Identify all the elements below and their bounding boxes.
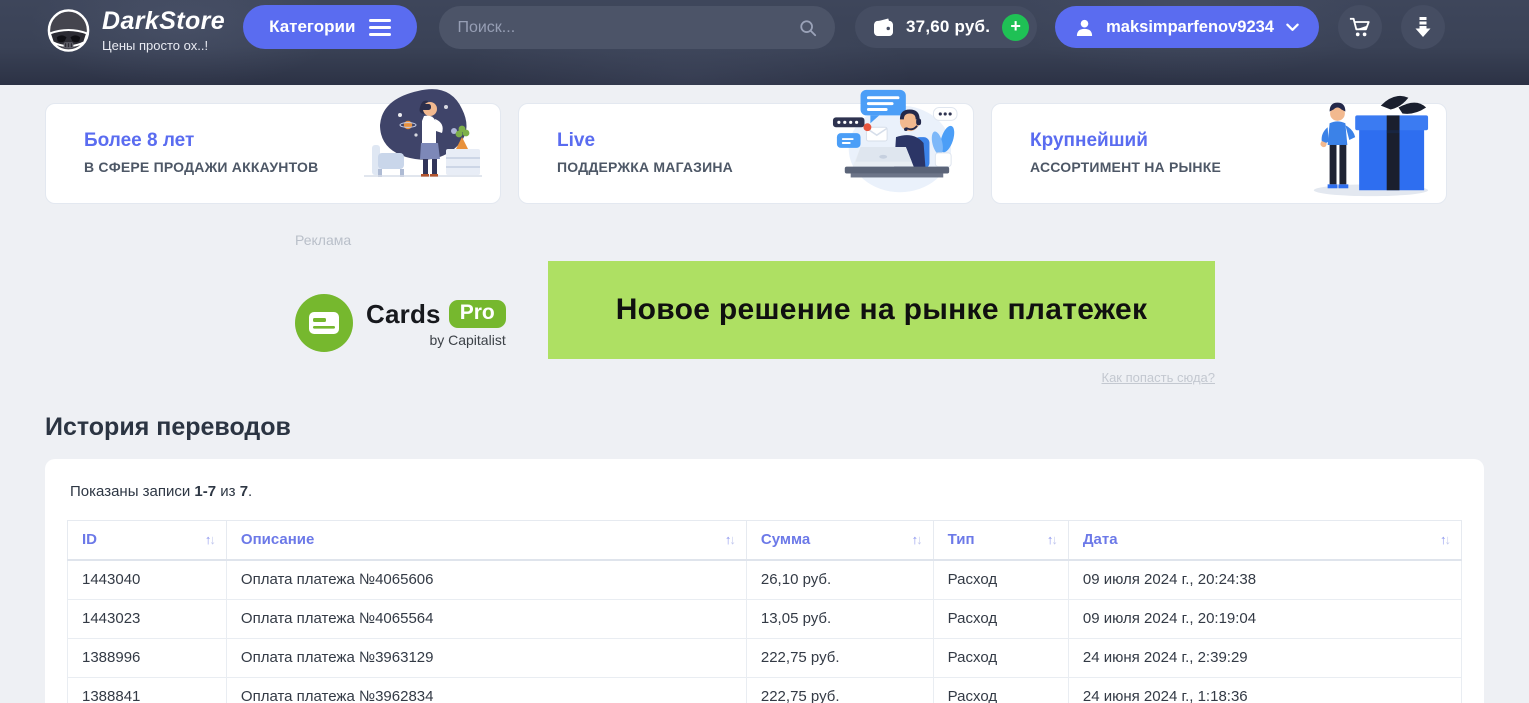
cell-date: 09 июля 2024 г., 20:24:38 [1067,559,1463,600]
top-navbar: DarkStore Цены просто ох..! Категории 37… [0,0,1529,85]
how-to-get-here-link[interactable]: Как попасть сюда? [548,370,1216,385]
feature-cards: Более 8 лет В СФЕРЕ ПРОДАЖИ АККАУНТОВ Li… [45,89,1484,204]
cell-description: Оплата платежа №3962834 [225,677,747,703]
cardspro-byline: by Capitalist [429,331,506,348]
cell-date: 09 июля 2024 г., 20:19:04 [1067,599,1463,639]
hamburger-icon [369,18,392,36]
sort-icon[interactable]: ↑↓ [912,532,923,547]
transfers-table: ID ↑↓ Описание ↑↓ Сумма ↑↓ Тип ↑↓ Дата ↑↓ 144… [67,520,1463,703]
table-row: 1388841 Оплата платежа №3962834 222,75 руб… [67,677,1463,703]
sort-icon[interactable]: ↑↓ [205,532,216,547]
categories-button[interactable]: Категории [243,5,418,49]
column-header-description[interactable]: Описание ↑↓ [225,520,747,561]
column-header-amount[interactable]: Сумма ↑↓ [745,520,934,561]
summary-total: 7 [239,483,249,500]
site-tagline: Цены просто ох..! [102,37,209,53]
cell-amount: 13,05 руб. [745,599,934,639]
search-icon[interactable] [799,19,817,37]
cardspro-circle [295,294,353,352]
cell-date: 24 июня 2024 г., 2:39:29 [1067,638,1463,678]
column-header-id[interactable]: ID ↑↓ [67,520,227,561]
feature-card-assortment: Крупнейший АССОРТИМЕНТ НА РЫНКЕ [991,95,1447,204]
feature-subtitle: АССОРТИМЕНТ НА РЫНКЕ [1030,159,1221,175]
cell-id: 1443023 [67,599,227,639]
user-menu-button[interactable]: maksimparfenov9234 [1055,6,1319,48]
search-input[interactable] [457,18,800,37]
feature-subtitle: ПОДДЕРЖКА МАГАЗИНА [557,159,733,175]
wallet-icon [874,17,894,36]
cell-amount: 26,10 руб. [745,559,934,600]
summary-suffix: . [248,483,253,500]
ad-section: Реклама Cards Pro by Capitalist Новое ре… [295,232,1215,385]
balance-widget: 37,60 руб. + [855,6,1038,48]
summary-range: 1-7 [194,483,217,500]
cell-id: 1388996 [67,638,227,678]
column-header-type[interactable]: Тип ↑↓ [932,520,1069,561]
transfers-table-body: 1443040 Оплата платежа №4065606 26,10 руб.… [67,559,1463,703]
table-row: 1443040 Оплата платежа №4065606 26,10 руб.… [67,559,1463,600]
username: maksimparfenov9234 [1106,17,1274,36]
chevron-down-icon [1286,23,1299,31]
user-icon [1077,19,1093,36]
feature-card-experience: Более 8 лет В СФЕРЕ ПРОДАЖИ АККАУНТОВ [45,89,501,204]
cell-date: 24 июня 2024 г., 1:18:36 [1067,677,1463,703]
sort-icon[interactable]: ↑↓ [725,532,736,547]
download-icon [1415,17,1431,37]
cell-type: Расход [932,599,1069,639]
feature-title: Live [557,130,596,151]
vader-icon [47,9,90,52]
cell-amount: 222,75 руб. [745,638,934,678]
cell-amount: 222,75 руб. [745,677,934,703]
records-summary: Показаны записи 1-7 из 7. [67,483,1462,500]
sort-icon[interactable]: ↑↓ [1440,532,1451,547]
topup-button[interactable]: + [1002,13,1030,41]
cell-id: 1388841 [67,677,227,703]
feature-subtitle: В СФЕРЕ ПРОДАЖИ АККАУНТОВ [84,159,319,175]
categories-label: Категории [269,17,356,36]
feature-title: Крупнейший [1030,130,1148,151]
cardspro-badge: Pro [448,300,506,328]
transfers-panel: Показаны записи 1-7 из 7. ID ↑↓ Описание ↑… [45,459,1484,703]
cell-description: Оплата платежа №3963129 [225,638,747,678]
cell-id: 1443040 [67,559,227,600]
download-button[interactable] [1401,5,1445,49]
column-header-date[interactable]: Дата ↑↓ [1067,520,1463,561]
cell-type: Расход [932,559,1069,600]
cart-button[interactable] [1338,5,1382,49]
sort-icon[interactable]: ↑↓ [1047,532,1058,547]
ad-banner[interactable]: Новое решение на рынке платежек [548,261,1215,359]
summary-infix: из [216,483,240,500]
cardspro-brand: Cards [366,298,441,329]
cell-type: Расход [932,677,1069,703]
search-bar[interactable] [439,6,836,49]
darkstore-logo[interactable]: DarkStore Цены просто ох..! [45,7,225,54]
table-row: 1443023 Оплата платежа №4065564 13,05 руб.… [67,599,1463,639]
page-title: История переводов [45,413,291,441]
table-header-row: ID ↑↓ Описание ↑↓ Сумма ↑↓ Тип ↑↓ Дата ↑↓ [67,520,1463,561]
ad-banner-text: Новое решение на рынке платежек [615,293,1148,326]
cart-icon [1349,17,1370,36]
feature-card-support: Live ПОДДЕРЖКА МАГАЗИНА [518,89,974,204]
summary-prefix: Показаны записи [70,483,195,500]
ad-label: Реклама [295,232,352,248]
feature-title: Более 8 лет [84,130,195,151]
cardspro-logo[interactable]: Cards Pro by Capitalist [295,294,529,352]
balance-amount: 37,60 руб. [906,17,991,36]
table-row: 1388996 Оплата платежа №3963129 222,75 руб… [67,638,1463,678]
cell-description: Оплата платежа №4065606 [225,559,747,600]
cell-type: Расход [932,638,1069,678]
credit-card-icon [309,312,339,334]
cell-description: Оплата платежа №4065564 [225,599,747,639]
site-title: DarkStore [102,6,226,35]
